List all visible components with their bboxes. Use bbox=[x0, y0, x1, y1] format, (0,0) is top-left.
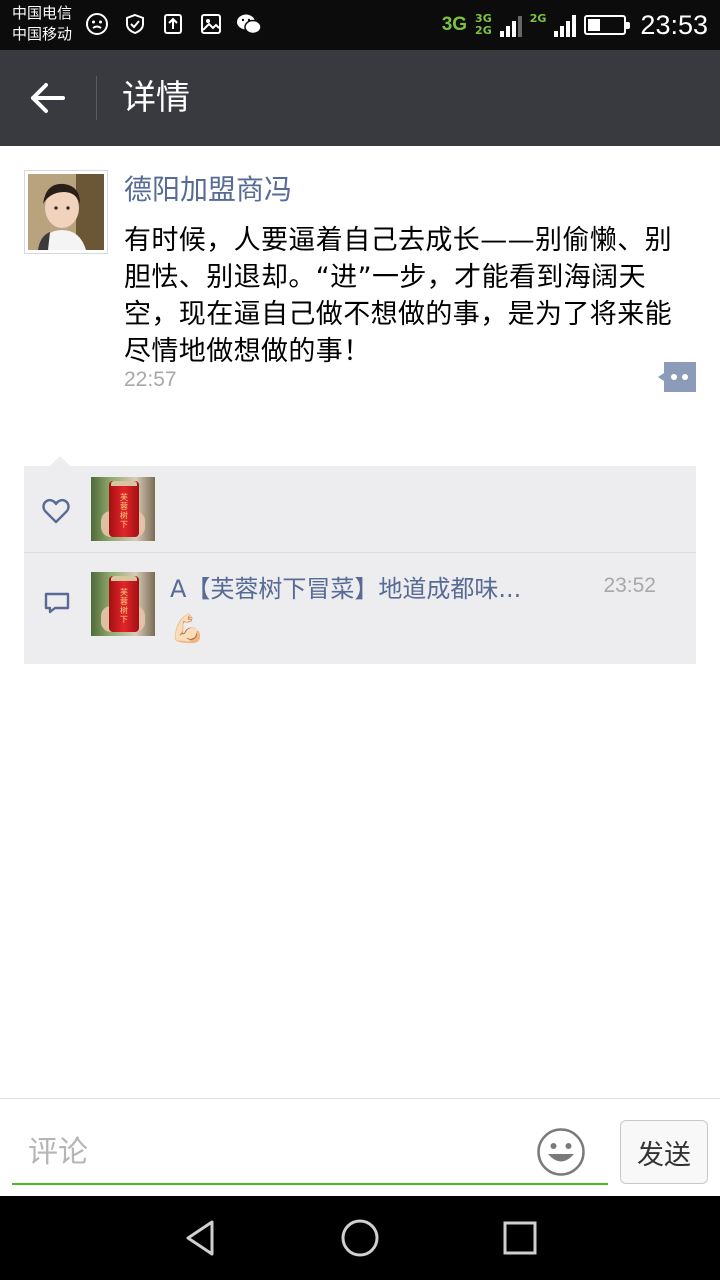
nav-home-button[interactable] bbox=[336, 1214, 384, 1262]
comment-input-bar: 发送 bbox=[0, 1098, 720, 1196]
smiley-icon bbox=[537, 1128, 585, 1176]
can-photo: 芙蓉树下 bbox=[91, 572, 155, 636]
can-label: 芙蓉树下 bbox=[120, 493, 128, 529]
carrier-info: 中国电信 中国移动 bbox=[12, 3, 72, 45]
nav-recents-button[interactable] bbox=[496, 1214, 544, 1262]
likes-row: 芙蓉树下 bbox=[24, 466, 696, 553]
battery-fill bbox=[588, 19, 601, 31]
comment-more-button[interactable] bbox=[656, 362, 696, 392]
carrier-2: 中国移动 bbox=[12, 25, 73, 43]
commenter-name[interactable]: A【芙蓉树下冒菜】地道成都味... bbox=[170, 572, 560, 606]
signal-bars-1-icon bbox=[499, 13, 522, 37]
avatar[interactable] bbox=[24, 170, 108, 254]
can-photo: 芙蓉树下 bbox=[91, 477, 155, 541]
comment-more-icon bbox=[658, 362, 696, 392]
can-label: 芙蓉树下 bbox=[120, 588, 128, 624]
avatar-photo bbox=[28, 174, 104, 250]
send-button[interactable]: 发送 bbox=[620, 1120, 708, 1184]
header-divider bbox=[96, 76, 97, 120]
navigation-bar bbox=[0, 1196, 720, 1280]
comment-icon bbox=[44, 592, 70, 614]
nav-back-button[interactable] bbox=[176, 1214, 224, 1262]
network-type-primary: 3G bbox=[441, 14, 468, 35]
emoji-button[interactable] bbox=[536, 1127, 586, 1177]
commenter-avatar[interactable]: 芙蓉树下 bbox=[91, 572, 155, 636]
comment-input[interactable] bbox=[12, 1121, 608, 1185]
face-icon bbox=[84, 11, 110, 37]
status-indicators: 3G 3G 2G 2G 23:53 bbox=[442, 6, 708, 44]
status-time: 23:53 bbox=[640, 9, 708, 40]
battery-icon bbox=[584, 15, 631, 35]
back-button[interactable] bbox=[20, 70, 76, 126]
comment-content: 💪🏻 bbox=[170, 612, 205, 645]
comment-time: 23:52 bbox=[603, 574, 656, 597]
shield-check-icon bbox=[122, 11, 148, 37]
post-text: 有时候，人要逼着自己去成长——别偷懒、别胆怯、别退却。“进”一步，才能看到海阔天… bbox=[124, 225, 672, 367]
recents-square-icon bbox=[503, 1221, 537, 1255]
network-type-secondary: 3G 2G bbox=[475, 13, 492, 37]
upload-icon bbox=[160, 11, 186, 37]
image-icon bbox=[198, 11, 224, 37]
home-circle-icon bbox=[341, 1219, 379, 1257]
author-name[interactable]: 德阳加盟商冯 bbox=[124, 170, 292, 210]
carrier-1: 中国电信 bbox=[12, 4, 73, 22]
network-type-third: 2G bbox=[530, 13, 547, 37]
network-type-secondary-bottom: 2G bbox=[475, 24, 492, 37]
signal-bars-2-icon bbox=[554, 13, 577, 37]
network-type-third-label: 2G bbox=[529, 12, 547, 25]
arrow-left-icon bbox=[31, 83, 65, 113]
back-triangle-icon bbox=[186, 1220, 214, 1256]
wechat-icon bbox=[236, 11, 262, 37]
page-title: 详情 bbox=[122, 78, 190, 118]
notification-icons bbox=[84, 11, 262, 37]
app-header: 详情 bbox=[0, 50, 720, 146]
comment-row[interactable]: 芙蓉树下 A【芙蓉树下冒菜】地道成都味... 23:52 💪🏻 bbox=[24, 554, 696, 664]
status-bar: 中国电信 中国移动 3G 3G 2G 2G 23:53 bbox=[0, 0, 720, 50]
heart-icon bbox=[42, 498, 70, 524]
panel-caret bbox=[50, 456, 70, 466]
liker-avatar[interactable]: 芙蓉树下 bbox=[91, 477, 155, 541]
interactions-panel: 芙蓉树下 芙蓉树下 A【芙蓉树下冒菜】地道成都味... 23:52 💪🏻 bbox=[24, 456, 696, 664]
post-time: 22:57 bbox=[124, 368, 177, 391]
